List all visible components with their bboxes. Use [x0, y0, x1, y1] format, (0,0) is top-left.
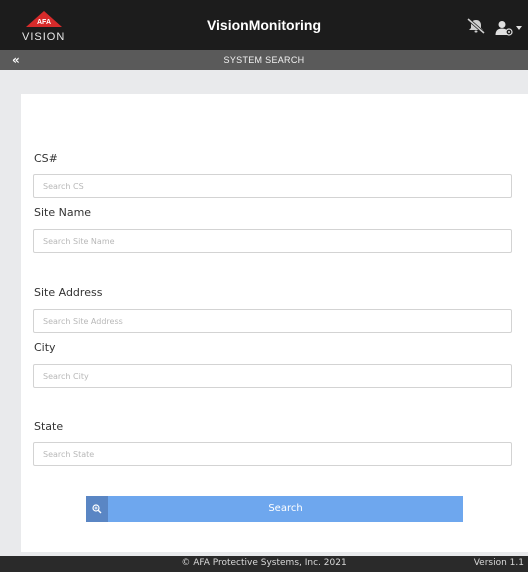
site-address-input[interactable] — [33, 309, 512, 333]
app-header: AFA VISION VisionMonitoring — [0, 0, 528, 50]
page-title: SYSTEM SEARCH — [223, 55, 305, 65]
search-button[interactable]: Search — [86, 496, 463, 522]
header-actions — [466, 17, 522, 39]
site-address-label: Site Address — [34, 286, 103, 299]
footer: © AFA Protective Systems, Inc. 2021 Vers… — [0, 556, 528, 572]
city-input[interactable] — [33, 364, 512, 388]
zoom-in-icon — [86, 496, 108, 522]
site-name-label: Site Name — [34, 206, 92, 219]
cs-label: CS# — [34, 152, 58, 165]
state-input[interactable] — [33, 442, 512, 466]
cs-input[interactable] — [33, 174, 512, 198]
caret-down-icon — [516, 26, 522, 30]
user-menu-icon[interactable] — [494, 20, 522, 36]
version-text: Version 1.1 — [473, 558, 524, 568]
state-label: State — [34, 420, 64, 433]
copyright-text: © AFA Protective Systems, Inc. 2021 — [181, 558, 347, 568]
search-button-label: Search — [268, 503, 303, 514]
site-name-input[interactable] — [33, 229, 512, 253]
notifications-off-icon[interactable] — [466, 17, 486, 38]
city-label: City — [34, 341, 56, 354]
page-subheader: « SYSTEM SEARCH — [0, 50, 528, 70]
app-title: VisionMonitoring — [206, 17, 322, 33]
